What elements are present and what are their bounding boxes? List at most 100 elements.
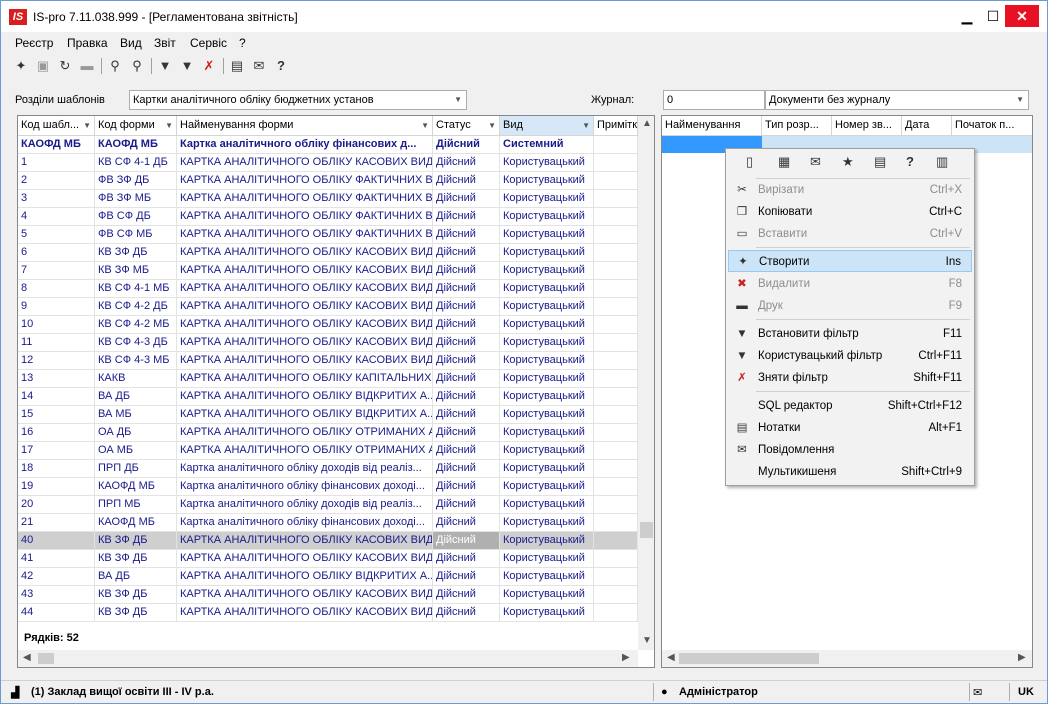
table-row[interactable]: 19 КАОФД МБ Картка аналітичного обліку фін… <box>18 478 638 496</box>
column-header[interactable]: Номер зв... <box>832 116 902 136</box>
menu-item-9[interactable]: SQL редактор Shift+Ctrl+F12 <box>728 395 972 417</box>
table-row[interactable]: 1 КВ СФ 4-1 ДБ КАРТКА АНАЛІТИЧНОГО ОБЛІКУ … <box>18 154 638 172</box>
table-row[interactable]: 2 ФВ ЗФ ДБ КАРТКА АНАЛІТИЧНОГО ОБЛІКУ ФАКТ… <box>18 172 638 190</box>
mail-icon[interactable]: ✉ <box>249 55 269 77</box>
column-header[interactable]: Початок п... <box>952 116 1032 136</box>
table-row[interactable]: 5 ФВ СФ МБ КАРТКА АНАЛІТИЧНОГО ОБЛІКУ ФАКТ… <box>18 226 638 244</box>
table-row[interactable]: 21 КАОФД МБ Картка аналітичного обліку фін… <box>18 514 638 532</box>
table-row[interactable]: 18 ПРП ДБ Картка аналітичного обліку доход… <box>18 460 638 478</box>
mail-icon[interactable]: ✉ <box>973 686 982 699</box>
mail-icon[interactable]: ✉ <box>810 154 821 170</box>
scroll-thumb[interactable] <box>679 653 819 664</box>
table-row[interactable]: 11 КВ СФ 4-3 ДБ КАРТКА АНАЛІТИЧНОГО ОБЛІКУ… <box>18 334 638 352</box>
table-row[interactable]: 41 КВ ЗФ ДБ КАРТКА АНАЛІТИЧНОГО ОБЛІКУ КАС… <box>18 550 638 568</box>
table-row[interactable]: 42 ВА ДБ КАРТКА АНАЛІТИЧНОГО ОБЛІКУ ВІДКРИ… <box>18 568 638 586</box>
notes-icon[interactable]: ▤ <box>874 154 886 170</box>
table-row[interactable]: 9 КВ СФ 4-2 ДБ КАРТКА АНАЛІТИЧНОГО ОБЛІКУ … <box>18 298 638 316</box>
filter-arrow-icon[interactable]: ▼ <box>488 116 496 135</box>
help-icon[interactable]: ? <box>906 154 914 169</box>
menu-item-5[interactable]: ▬ Друк F9 <box>728 295 972 317</box>
table-row[interactable]: 3 ФВ ЗФ МБ КАРТКА АНАЛІТИЧНОГО ОБЛІКУ ФАКТ… <box>18 190 638 208</box>
menu-view[interactable]: Вид <box>120 36 142 50</box>
scroll-thumb[interactable] <box>38 653 54 664</box>
menu-item-2[interactable]: ▭ Вставити Ctrl+V <box>728 223 972 245</box>
table-row[interactable]: 8 КВ СФ 4-1 МБ КАРТКА АНАЛІТИЧНОГО ОБЛІКУ … <box>18 280 638 298</box>
column-header[interactable]: Дата <box>902 116 952 136</box>
scroll-left-icon[interactable]: ◀ <box>667 652 675 663</box>
filter-arrow-icon[interactable]: ▼ <box>83 116 91 135</box>
menu-item-7[interactable]: ▼ Користувацький фільтр Ctrl+F11 <box>728 345 972 367</box>
table-row[interactable]: 40 КВ ЗФ ДБ КАРТКА АНАЛІТИЧНОГО ОБЛІКУ КАС… <box>18 532 638 550</box>
table-row[interactable]: 12 КВ СФ 4-3 МБ КАРТКА АНАЛІТИЧНОГО ОБЛІКУ… <box>18 352 638 370</box>
menu-item-10[interactable]: ▤ Нотатки Alt+F1 <box>728 417 972 439</box>
table-row[interactable]: КАОФД МБ КАОФД МБ Картка аналітичного облі… <box>18 136 638 154</box>
find-next-icon[interactable]: ⚲ <box>127 55 147 77</box>
table-row[interactable]: 7 КВ ЗФ МБ КАРТКА АНАЛІТИЧНОГО ОБЛІКУ КАСО… <box>18 262 638 280</box>
minimize-button[interactable]: ▁ <box>953 5 981 27</box>
refresh-icon[interactable]: ↻ <box>55 55 75 77</box>
scroll-right-icon[interactable]: ▶ <box>622 652 630 663</box>
print-icon[interactable]: ▬ <box>77 55 97 77</box>
horizontal-scrollbar[interactable]: ◀ ▶ <box>662 650 1032 667</box>
maximize-button[interactable]: ☐ <box>979 5 1007 27</box>
help-icon[interactable]: ? <box>271 55 291 77</box>
multipocket-icon[interactable]: ▥ <box>936 154 948 170</box>
column-header[interactable]: Вид ▼ <box>500 116 594 136</box>
menu-item-6[interactable]: ▼ Встановити фільтр F11 <box>728 323 972 345</box>
scroll-down-icon[interactable]: ▼ <box>642 635 652 646</box>
column-header[interactable]: Найменування <box>662 116 762 136</box>
scroll-thumb[interactable] <box>640 522 653 538</box>
notes-icon[interactable]: ▤ <box>227 55 247 77</box>
calendar-icon[interactable]: ▦ <box>778 154 790 170</box>
menu-report[interactable]: Звіт <box>154 36 176 50</box>
horizontal-scrollbar[interactable]: ◀ ▶ <box>18 650 638 667</box>
column-header[interactable]: Приміткa <box>594 116 638 136</box>
user-filter-icon[interactable]: ▼ <box>177 55 197 77</box>
menu-registry[interactable]: Реєстр <box>15 36 53 50</box>
filter-arrow-icon[interactable]: ▼ <box>165 116 173 135</box>
journal-number-input[interactable]: 0 <box>663 90 765 110</box>
table-row[interactable]: 43 КВ ЗФ ДБ КАРТКА АНАЛІТИЧНОГО ОБЛІКУ КАС… <box>18 586 638 604</box>
table-row[interactable]: 14 ВА ДБ КАРТКА АНАЛІТИЧНОГО ОБЛІКУ ВІДКРИ… <box>18 388 638 406</box>
table-row[interactable]: 44 КВ ЗФ ДБ КАРТКА АНАЛІТИЧНОГО ОБЛІКУ КАС… <box>18 604 638 622</box>
column-header[interactable]: Код шабл... ▼ <box>18 116 95 136</box>
menu-item-0[interactable]: ✂ Вирізати Ctrl+X <box>728 179 972 201</box>
table-row[interactable]: 15 ВА МБ КАРТКА АНАЛІТИЧНОГО ОБЛІКУ ВІДКРИ… <box>18 406 638 424</box>
column-header[interactable]: Статус ▼ <box>433 116 500 136</box>
copy-disabled-icon[interactable]: ▣ <box>33 55 53 77</box>
sections-select[interactable]: Картки аналітичного обліку бюджетних уст… <box>129 90 467 110</box>
create-icon[interactable]: ✦ <box>11 55 31 77</box>
menu-item-3[interactable]: ✦ Створити Ins <box>728 250 972 272</box>
clear-filter-icon[interactable]: ✗ <box>199 55 219 77</box>
filter-arrow-icon[interactable]: ▼ <box>582 116 590 135</box>
scroll-right-icon[interactable]: ▶ <box>1018 652 1026 663</box>
table-row[interactable]: 6 КВ ЗФ ДБ КАРТКА АНАЛІТИЧНОГО ОБЛІКУ КАСО… <box>18 244 638 262</box>
column-header[interactable]: Тип розр... <box>762 116 832 136</box>
table-row[interactable]: 13 КАКВ КАРТКА АНАЛІТИЧНОГО ОБЛІКУ КАПІТАЛ… <box>18 370 638 388</box>
search-icon[interactable]: ⚲ <box>105 55 125 77</box>
menu-item-12[interactable]: Мультикишеня Shift+Ctrl+9 <box>728 461 972 483</box>
filter-arrow-icon[interactable]: ▼ <box>421 116 429 135</box>
vertical-scrollbar[interactable]: ▲ ▼ <box>638 116 654 650</box>
calculator-icon[interactable]: ▯ <box>746 154 753 170</box>
table-row[interactable]: 10 КВ СФ 4-2 МБ КАРТКА АНАЛІТИЧНОГО ОБЛІКУ… <box>18 316 638 334</box>
menu-item-11[interactable]: ✉ Повідомлення <box>728 439 972 461</box>
menu-item-4[interactable]: ✖ Видалити F8 <box>728 273 972 295</box>
filter-icon[interactable]: ▼ <box>155 55 175 77</box>
star-icon[interactable]: ★ <box>842 154 854 170</box>
column-header[interactable]: Найменування форми ▼ <box>177 116 433 136</box>
table-row[interactable]: 4 ФВ СФ ДБ КАРТКА АНАЛІТИЧНОГО ОБЛІКУ ФАКТ… <box>18 208 638 226</box>
close-button[interactable]: ✕ <box>1005 5 1039 27</box>
menu-item-8[interactable]: ✗ Зняти фільтр Shift+F11 <box>728 367 972 389</box>
menu-edit[interactable]: Правка <box>67 36 108 50</box>
table-row[interactable]: 20 ПРП МБ Картка аналітичного обліку доход… <box>18 496 638 514</box>
menu-help[interactable]: ? <box>239 36 246 50</box>
journal-select[interactable]: Документи без журналу ▼ <box>765 90 1029 110</box>
language-indicator[interactable]: UK <box>1018 686 1034 698</box>
table-row[interactable]: 17 ОА МБ КАРТКА АНАЛІТИЧНОГО ОБЛІКУ ОТРИМА… <box>18 442 638 460</box>
table-row[interactable]: 16 ОА ДБ КАРТКА АНАЛІТИЧНОГО ОБЛІКУ ОТРИМА… <box>18 424 638 442</box>
menu-service[interactable]: Сервіс <box>190 36 227 50</box>
menu-item-1[interactable]: ❐ Копіювати Ctrl+C <box>728 201 972 223</box>
scroll-left-icon[interactable]: ◀ <box>23 652 31 663</box>
column-header[interactable]: Код форми ▼ <box>95 116 177 136</box>
